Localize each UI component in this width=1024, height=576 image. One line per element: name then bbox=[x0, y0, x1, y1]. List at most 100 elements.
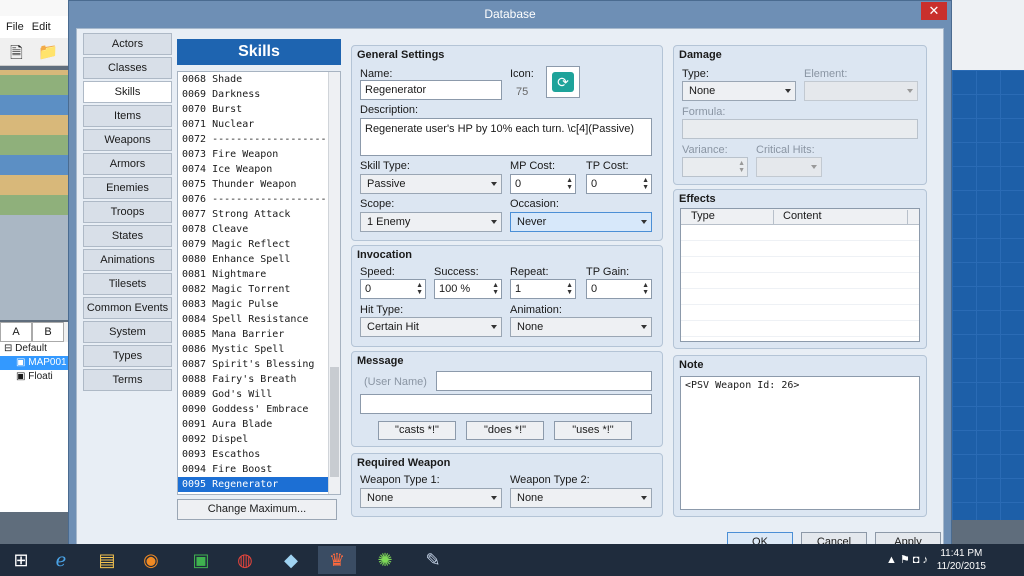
file-explorer-icon[interactable]: ▤ bbox=[88, 546, 126, 574]
casts-button[interactable]: "casts *!" bbox=[378, 421, 456, 440]
repeat-stepper[interactable]: 1 ▲ ▼ bbox=[510, 279, 576, 299]
category-armors[interactable]: Armors bbox=[83, 153, 172, 175]
message-line1-input[interactable] bbox=[436, 371, 652, 391]
skill-list-item[interactable]: 0076 ------------------- bbox=[178, 192, 328, 207]
menu-file[interactable]: File bbox=[6, 21, 24, 33]
firefox-icon[interactable]: ◉ bbox=[132, 546, 170, 574]
animation-select[interactable]: None bbox=[510, 317, 652, 337]
skill-list-item[interactable]: 0068 Shade bbox=[178, 72, 328, 87]
change-maximum-button[interactable]: Change Maximum... bbox=[177, 499, 337, 520]
rpgmaker-icon[interactable]: ♛ bbox=[318, 546, 356, 574]
category-tilesets[interactable]: Tilesets bbox=[83, 273, 172, 295]
app-icon[interactable]: ◆ bbox=[272, 546, 310, 574]
skill-list-item[interactable]: 0080 Enhance Spell bbox=[178, 252, 328, 267]
effects-col-type[interactable]: Type bbox=[691, 210, 715, 222]
effects-col-content[interactable]: Content bbox=[783, 210, 822, 222]
skills-list[interactable]: 0068 Shade 0069 Darkness 0070 Burst 0071 Nu… bbox=[177, 71, 341, 495]
skill-list-item[interactable]: 0086 Mystic Spell bbox=[178, 342, 328, 357]
occasion-select[interactable]: Never bbox=[510, 212, 652, 232]
message-line2-input[interactable] bbox=[360, 394, 652, 414]
spin-down-icon[interactable]: ▼ bbox=[566, 289, 573, 296]
start-button[interactable]: ⊞ bbox=[2, 546, 40, 574]
spin-up-icon[interactable]: ▲ bbox=[566, 177, 573, 184]
skill-list-item[interactable]: 0089 God's Will bbox=[178, 387, 328, 402]
spin-up-icon[interactable]: ▲ bbox=[566, 282, 573, 289]
element-select[interactable] bbox=[804, 81, 918, 101]
category-enemies[interactable]: Enemies bbox=[83, 177, 172, 199]
skill-list-item[interactable]: 0074 Ice Weapon bbox=[178, 162, 328, 177]
spin-down-icon[interactable]: ▼ bbox=[642, 289, 649, 296]
category-troops[interactable]: Troops bbox=[83, 201, 172, 223]
close-button[interactable]: ✕ bbox=[921, 2, 947, 20]
category-types[interactable]: Types bbox=[83, 345, 172, 367]
skill-list-item[interactable]: 0084 Spell Resistance bbox=[178, 312, 328, 327]
name-input[interactable]: Regenerator bbox=[360, 80, 502, 100]
skill-list-item[interactable]: 0092 Dispel bbox=[178, 432, 328, 447]
category-common-events[interactable]: Common Events bbox=[83, 297, 172, 319]
spin-up-icon[interactable]: ▲ bbox=[642, 282, 649, 289]
store-icon[interactable]: ▣ bbox=[182, 546, 220, 574]
chrome-icon[interactable]: ◍ bbox=[226, 546, 264, 574]
skill-list-item[interactable]: 0091 Aura Blade bbox=[178, 417, 328, 432]
spin-up-icon[interactable]: ▲ bbox=[642, 177, 649, 184]
skill-list-item[interactable]: 0070 Burst bbox=[178, 102, 328, 117]
description-input[interactable]: Regenerate user's HP by 10% each turn. \… bbox=[360, 118, 652, 156]
skill-list-item[interactable]: 0075 Thunder Weapon bbox=[178, 177, 328, 192]
icon-picker[interactable]: ⟳ bbox=[546, 66, 580, 98]
variance-stepper[interactable]: ▲ ▼ bbox=[682, 157, 748, 177]
skill-list-item[interactable]: 0079 Magic Reflect bbox=[178, 237, 328, 252]
map-tree-item[interactable]: ▣ Floati bbox=[0, 370, 69, 384]
skill-type-select[interactable]: Passive bbox=[360, 174, 502, 194]
tileset-palette[interactable] bbox=[0, 70, 70, 215]
skill-list-item[interactable]: 0071 Nuclear bbox=[178, 117, 328, 132]
open-folder-icon[interactable]: 📁 bbox=[38, 42, 58, 62]
skills-scrollbar[interactable] bbox=[328, 72, 340, 494]
skill-list-item[interactable]: 0078 Cleave bbox=[178, 222, 328, 237]
skill-list-item[interactable]: 0093 Escathos bbox=[178, 447, 328, 462]
scrollbar-thumb[interactable] bbox=[330, 367, 339, 477]
effects-table[interactable]: Type Content bbox=[680, 208, 920, 342]
mp-cost-stepper[interactable]: 0 ▲ ▼ bbox=[510, 174, 576, 194]
critical-hits-select[interactable] bbox=[756, 157, 822, 177]
spin-down-icon[interactable]: ▼ bbox=[492, 289, 499, 296]
spin-down-icon[interactable]: ▼ bbox=[416, 289, 423, 296]
category-system[interactable]: System bbox=[83, 321, 172, 343]
hit-type-select[interactable]: Certain Hit bbox=[360, 317, 502, 337]
skill-list-item[interactable]: 0073 Fire Weapon bbox=[178, 147, 328, 162]
tab-a[interactable]: A bbox=[0, 322, 32, 342]
note-textarea[interactable]: <PSV Weapon Id: 26> bbox=[680, 376, 920, 510]
speed-stepper[interactable]: 0 ▲ ▼ bbox=[360, 279, 426, 299]
skill-list-item[interactable]: 0087 Spirit's Blessing bbox=[178, 357, 328, 372]
ie-icon[interactable]: ℯ bbox=[42, 546, 80, 574]
skill-list-item[interactable]: 0088 Fairy's Breath bbox=[178, 372, 328, 387]
spin-down-icon[interactable]: ▼ bbox=[738, 167, 745, 174]
spin-up-icon[interactable]: ▲ bbox=[416, 282, 423, 289]
spin-down-icon[interactable]: ▼ bbox=[566, 184, 573, 191]
skill-list-item[interactable]: 0095 Regenerator bbox=[178, 477, 328, 492]
tp-gain-stepper[interactable]: 0 ▲ ▼ bbox=[586, 279, 652, 299]
category-terms[interactable]: Terms bbox=[83, 369, 172, 391]
category-states[interactable]: States bbox=[83, 225, 172, 247]
dialog-titlebar[interactable]: Database ✕ bbox=[69, 1, 951, 28]
category-classes[interactable]: Classes bbox=[83, 57, 172, 79]
spin-down-icon[interactable]: ▼ bbox=[642, 184, 649, 191]
clock[interactable]: 11:41 PM 11/20/2015 bbox=[937, 547, 986, 573]
skill-list-item[interactable]: 0077 Strong Attack bbox=[178, 207, 328, 222]
map-tree-item[interactable]: ⊟ Default bbox=[0, 342, 69, 356]
menu-edit[interactable]: Edit bbox=[32, 21, 51, 33]
does-button[interactable]: "does *!" bbox=[466, 421, 544, 440]
success-stepper[interactable]: 100 % ▲ ▼ bbox=[434, 279, 502, 299]
skill-list-item[interactable]: 0072 ------------------- bbox=[178, 132, 328, 147]
map-tree-item[interactable]: ▣ MAP001 bbox=[0, 356, 69, 370]
spin-up-icon[interactable]: ▲ bbox=[738, 160, 745, 167]
category-actors[interactable]: Actors bbox=[83, 33, 172, 55]
category-animations[interactable]: Animations bbox=[83, 249, 172, 271]
skill-list-item[interactable]: 0083 Magic Pulse bbox=[178, 297, 328, 312]
category-weapons[interactable]: Weapons bbox=[83, 129, 172, 151]
skill-list-item[interactable]: 0090 Goddess' Embrace bbox=[178, 402, 328, 417]
system-tray[interactable]: ▲ ⚑ ◘ ♪ bbox=[886, 553, 928, 566]
category-skills[interactable]: Skills bbox=[83, 81, 172, 103]
skill-list-item[interactable]: 0082 Magic Torrent bbox=[178, 282, 328, 297]
category-items[interactable]: Items bbox=[83, 105, 172, 127]
skill-list-item[interactable]: 0069 Darkness bbox=[178, 87, 328, 102]
